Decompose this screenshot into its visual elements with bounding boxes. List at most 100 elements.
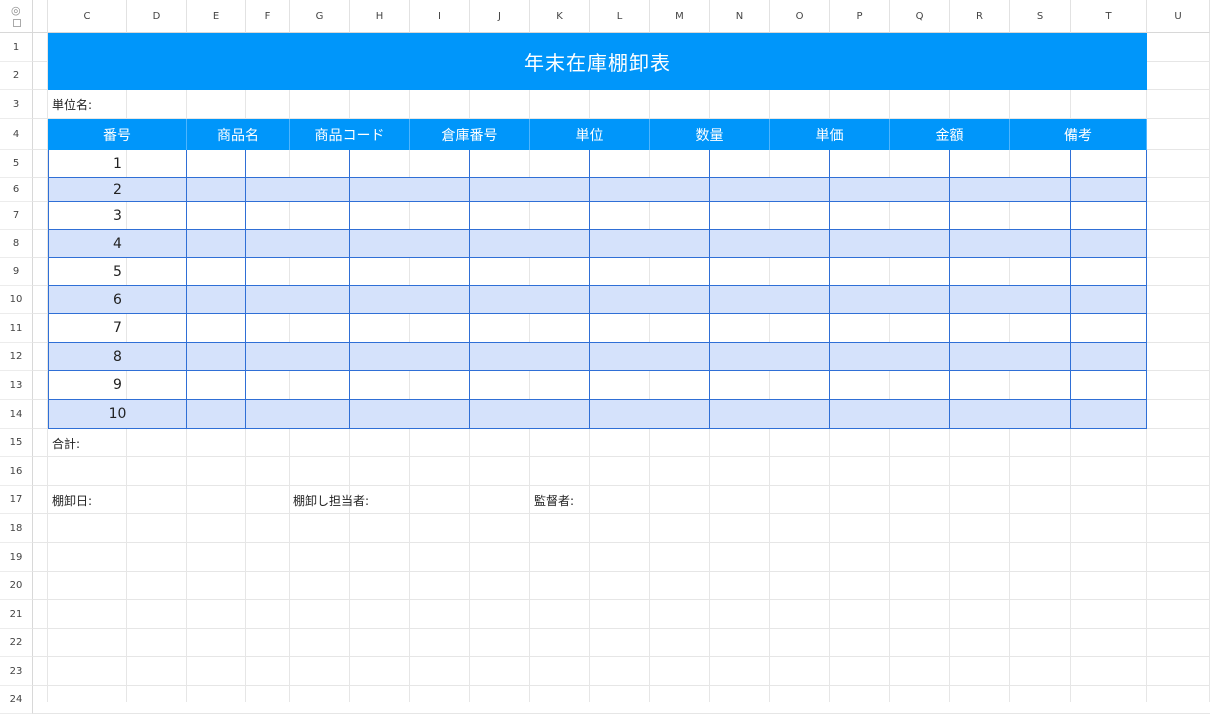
row-header-20[interactable]: 20 — [0, 572, 33, 600]
table-cell[interactable] — [350, 230, 470, 258]
table-cell[interactable] — [1071, 286, 1147, 314]
table-cell[interactable] — [350, 258, 470, 286]
table-cell[interactable] — [950, 314, 1071, 343]
table-cell[interactable] — [246, 400, 350, 429]
column-header-d[interactable]: D — [127, 0, 187, 33]
table-cell[interactable] — [950, 258, 1071, 286]
row-header-24[interactable]: 24 — [0, 686, 33, 714]
table-cell[interactable] — [710, 400, 830, 429]
column-header-u[interactable]: U — [1147, 0, 1210, 33]
table-cell[interactable] — [590, 343, 710, 371]
table-cell[interactable] — [187, 230, 246, 258]
row-header-16[interactable]: 16 — [0, 457, 33, 486]
table-header-5[interactable]: 単位 — [530, 119, 650, 150]
table-cell[interactable] — [1071, 150, 1147, 178]
table-cell[interactable] — [830, 314, 950, 343]
table-cell[interactable] — [246, 230, 350, 258]
row-number-cell[interactable]: 4 — [48, 230, 187, 258]
table-cell[interactable] — [470, 371, 590, 400]
table-cell[interactable] — [830, 258, 950, 286]
table-cell[interactable] — [246, 258, 350, 286]
row-header-9[interactable]: 9 — [0, 258, 33, 286]
table-cell[interactable] — [590, 178, 710, 202]
table-cell[interactable] — [1071, 258, 1147, 286]
table-cell[interactable] — [350, 286, 470, 314]
row-header-19[interactable]: 19 — [0, 543, 33, 572]
table-header-2[interactable]: 商品名 — [187, 119, 290, 150]
table-cell[interactable] — [1071, 314, 1147, 343]
column-header-p[interactable]: P — [830, 0, 890, 33]
table-cell[interactable] — [187, 343, 246, 371]
row-header-22[interactable]: 22 — [0, 629, 33, 657]
table-cell[interactable] — [470, 150, 590, 178]
table-cell[interactable] — [350, 314, 470, 343]
table-cell[interactable] — [470, 202, 590, 230]
table-cell[interactable] — [710, 343, 830, 371]
table-cell[interactable] — [350, 343, 470, 371]
row-header-7[interactable]: 7 — [0, 202, 33, 230]
table-cell[interactable] — [187, 400, 246, 429]
table-cell[interactable] — [246, 371, 350, 400]
table-cell[interactable] — [590, 202, 710, 230]
column-header-k[interactable]: K — [530, 0, 590, 33]
table-cell[interactable] — [590, 150, 710, 178]
table-cell[interactable] — [350, 202, 470, 230]
column-header-g[interactable]: G — [290, 0, 350, 33]
column-header-e[interactable]: E — [187, 0, 246, 33]
column-header-i[interactable]: I — [410, 0, 470, 33]
row-header-2[interactable]: 2 — [0, 62, 33, 90]
row-header-15[interactable]: 15 — [0, 429, 33, 457]
table-cell[interactable] — [1071, 178, 1147, 202]
row-header-5[interactable]: 5 — [0, 150, 33, 178]
row-number-cell[interactable]: 10 — [48, 400, 187, 429]
table-cell[interactable] — [187, 314, 246, 343]
table-cell[interactable] — [246, 314, 350, 343]
table-cell[interactable] — [830, 286, 950, 314]
row-header-18[interactable]: 18 — [0, 514, 33, 543]
table-cell[interactable] — [187, 371, 246, 400]
column-header-h[interactable]: H — [350, 0, 410, 33]
table-header-1[interactable]: 番号 — [48, 119, 187, 150]
row-header-3[interactable]: 3 — [0, 90, 33, 119]
table-cell[interactable] — [830, 343, 950, 371]
eye-icon[interactable]: ◎ — [11, 5, 21, 16]
row-header-13[interactable]: 13 — [0, 371, 33, 400]
table-cell[interactable] — [710, 230, 830, 258]
row-header-4[interactable]: 4 — [0, 119, 33, 150]
row-number-cell[interactable]: 9 — [48, 371, 187, 400]
column-header-o[interactable]: O — [770, 0, 830, 33]
table-cell[interactable] — [830, 400, 950, 429]
row-header-10[interactable]: 10 — [0, 286, 33, 314]
row-header-11[interactable]: 11 — [0, 314, 33, 343]
row-number-cell[interactable]: 6 — [48, 286, 187, 314]
table-cell[interactable] — [830, 178, 950, 202]
column-header-l[interactable]: L — [590, 0, 650, 33]
row-header-1[interactable]: 1 — [0, 33, 33, 62]
row-header-12[interactable]: 12 — [0, 343, 33, 371]
table-cell[interactable] — [187, 286, 246, 314]
column-header-f[interactable]: F — [246, 0, 290, 33]
row-number-cell[interactable]: 8 — [48, 343, 187, 371]
table-cell[interactable] — [590, 286, 710, 314]
table-cell[interactable] — [830, 150, 950, 178]
table-cell[interactable] — [950, 230, 1071, 258]
table-cell[interactable] — [950, 150, 1071, 178]
table-cell[interactable] — [710, 178, 830, 202]
table-cell[interactable] — [350, 150, 470, 178]
table-cell[interactable] — [187, 178, 246, 202]
row-number-cell[interactable]: 1 — [48, 150, 187, 178]
table-cell[interactable] — [246, 202, 350, 230]
table-header-6[interactable]: 数量 — [650, 119, 770, 150]
table-cell[interactable] — [950, 343, 1071, 371]
table-cell[interactable] — [1071, 230, 1147, 258]
table-header-8[interactable]: 金額 — [890, 119, 1010, 150]
row-header-6[interactable]: 6 — [0, 178, 33, 202]
table-cell[interactable] — [830, 371, 950, 400]
table-cell[interactable] — [187, 150, 246, 178]
table-cell[interactable] — [470, 286, 590, 314]
table-cell[interactable] — [470, 178, 590, 202]
table-cell[interactable] — [590, 371, 710, 400]
table-cell[interactable] — [710, 371, 830, 400]
table-cell[interactable] — [470, 258, 590, 286]
table-cell[interactable] — [246, 178, 350, 202]
